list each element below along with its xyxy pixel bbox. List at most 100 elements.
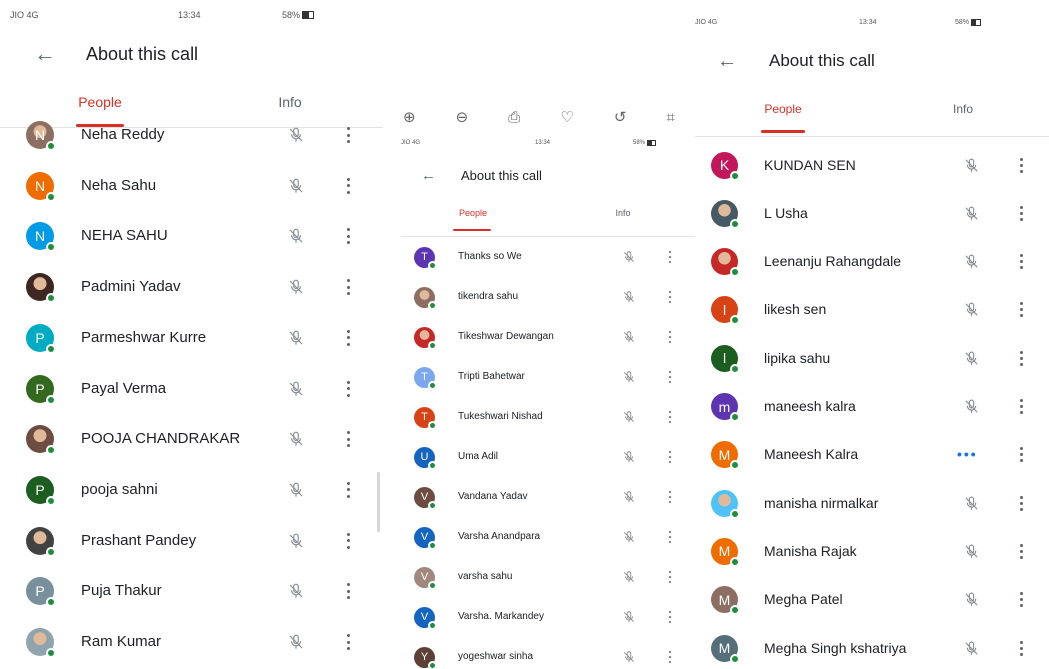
more-options-icon[interactable] [347,634,350,650]
more-options-icon[interactable] [669,371,671,383]
mic-off-icon[interactable] [963,543,980,565]
participant-row[interactable]: T Tukeshwari Nishad [383,403,695,432]
participant-row[interactable]: l lipika sahu [695,341,1049,376]
tab-info[interactable]: Info [593,208,653,218]
participant-row[interactable]: V Varsha Anandpara [383,523,695,552]
more-options-icon[interactable] [669,251,671,263]
zoom-in-icon[interactable]: ⊕ [403,108,416,126]
mic-off-icon[interactable] [287,227,305,250]
back-arrow-icon[interactable]: ← [34,41,56,67]
more-options-icon[interactable] [1020,302,1023,318]
more-options-icon[interactable] [669,531,671,543]
participant-row[interactable]: P Puja Thakur [0,573,383,609]
participant-row[interactable]: N Neha Reddy [0,117,383,153]
mic-off-icon[interactable] [287,177,305,200]
participant-row[interactable]: P Payal Verma [0,371,383,407]
mic-off-icon[interactable] [963,253,980,275]
participant-row[interactable]: Yyogeshwar sinha [383,643,695,669]
more-options-icon[interactable] [347,177,350,194]
tab-info[interactable]: Info [250,94,330,110]
more-options-icon[interactable] [669,611,671,623]
back-arrow-icon[interactable]: ← [421,167,436,184]
participant-row[interactable]: Ram Kumar [0,624,383,660]
mic-off-icon[interactable] [963,205,980,227]
mic-off-icon[interactable] [622,490,636,509]
participant-row[interactable]: N Neha Sahu [0,168,383,204]
more-options-icon[interactable] [1020,640,1023,656]
mic-off-icon[interactable] [963,350,980,372]
participant-row[interactable]: manisha nirmalkar [695,486,1049,521]
delete-icon[interactable]: ⎙ [508,108,520,126]
mic-off-icon[interactable] [287,126,305,149]
more-options-icon[interactable] [1020,447,1023,463]
mic-off-icon[interactable] [622,410,636,429]
participant-row[interactable]: Ppooja sahni [0,472,383,508]
participant-row[interactable]: V Vandana Yadav [383,483,695,512]
more-options-icon[interactable] [1020,543,1023,559]
participant-row[interactable]: m maneesh kalra [695,389,1049,424]
mic-off-icon[interactable] [287,430,305,453]
participant-row[interactable]: P Parmeshwar Kurre [0,320,383,356]
participant-row[interactable]: M Megha Patel [695,582,1049,617]
more-options-icon[interactable] [347,279,350,296]
participant-row[interactable]: POOJA CHANDRAKAR [0,421,383,457]
tab-info[interactable]: Info [925,102,1001,116]
mic-off-icon[interactable] [963,398,980,420]
mic-off-icon[interactable] [622,370,636,389]
mic-off-icon[interactable] [287,329,305,352]
more-options-icon[interactable] [1020,205,1023,221]
mic-off-icon[interactable] [963,157,980,179]
mic-off-icon[interactable] [963,640,980,662]
mic-off-icon[interactable] [287,481,305,504]
participant-row[interactable]: l likesh sen [695,292,1049,327]
crop-icon[interactable]: ⌗ [666,108,674,126]
zoom-out-icon[interactable]: ⊖ [456,108,469,126]
more-options-icon[interactable] [669,651,671,663]
mic-off-icon[interactable] [963,591,980,613]
more-options-icon[interactable] [347,481,350,498]
more-options-icon[interactable] [1020,254,1023,270]
mic-off-icon[interactable] [963,301,980,323]
more-options-icon[interactable] [669,331,671,343]
mic-off-icon[interactable] [963,495,980,517]
more-options-icon[interactable] [1020,592,1023,608]
rotate-icon[interactable]: ↺ [614,108,627,126]
more-options-icon[interactable] [347,583,350,600]
more-options-icon[interactable] [347,431,350,448]
participant-row[interactable]: M Manisha Rajak [695,534,1049,569]
participant-row[interactable]: Vvarsha sahu [383,563,695,592]
participant-row[interactable]: K KUNDAN SEN [695,148,1049,183]
participant-row[interactable]: T Tripti Bahetwar [383,363,695,392]
participant-row[interactable]: L Usha [695,196,1049,231]
mic-off-icon[interactable] [622,250,636,269]
tab-people[interactable]: People [443,208,503,218]
mic-off-icon[interactable] [622,570,636,589]
mic-off-icon[interactable] [622,650,636,669]
more-options-icon[interactable] [1020,350,1023,366]
participant-row[interactable]: M Maneesh Kalra ••• [695,437,1049,472]
more-options-icon[interactable] [669,411,671,423]
more-options-icon[interactable] [669,491,671,503]
participant-row[interactable]: T Thanks so We [383,243,695,272]
participant-row[interactable]: Leenanju Rahangdale [695,244,1049,279]
more-options-icon[interactable] [347,127,350,143]
mic-off-icon[interactable] [622,290,636,309]
tab-people[interactable]: People [60,94,140,110]
mic-off-icon[interactable] [287,380,305,403]
more-options-icon[interactable] [1020,157,1023,173]
more-options-icon[interactable] [669,291,671,303]
mic-off-icon[interactable] [287,278,305,301]
mic-off-icon[interactable] [622,610,636,629]
more-options-icon[interactable] [347,228,350,245]
favorite-icon[interactable]: ♡ [560,108,573,126]
participant-row[interactable]: Tikeshwar Dewangan [383,323,695,352]
back-arrow-icon[interactable]: ← [717,50,737,73]
participant-row[interactable]: tikendra sahu [383,283,695,312]
participant-row[interactable]: N NEHA SAHU [0,218,383,254]
scrollbar[interactable] [377,472,380,532]
participant-row[interactable]: M Megha Singh kshatriya [695,631,1049,666]
more-options-icon[interactable] [347,380,350,397]
mic-off-icon[interactable] [287,532,305,555]
more-options-icon[interactable] [347,532,350,549]
more-options-icon[interactable] [1020,399,1023,414]
